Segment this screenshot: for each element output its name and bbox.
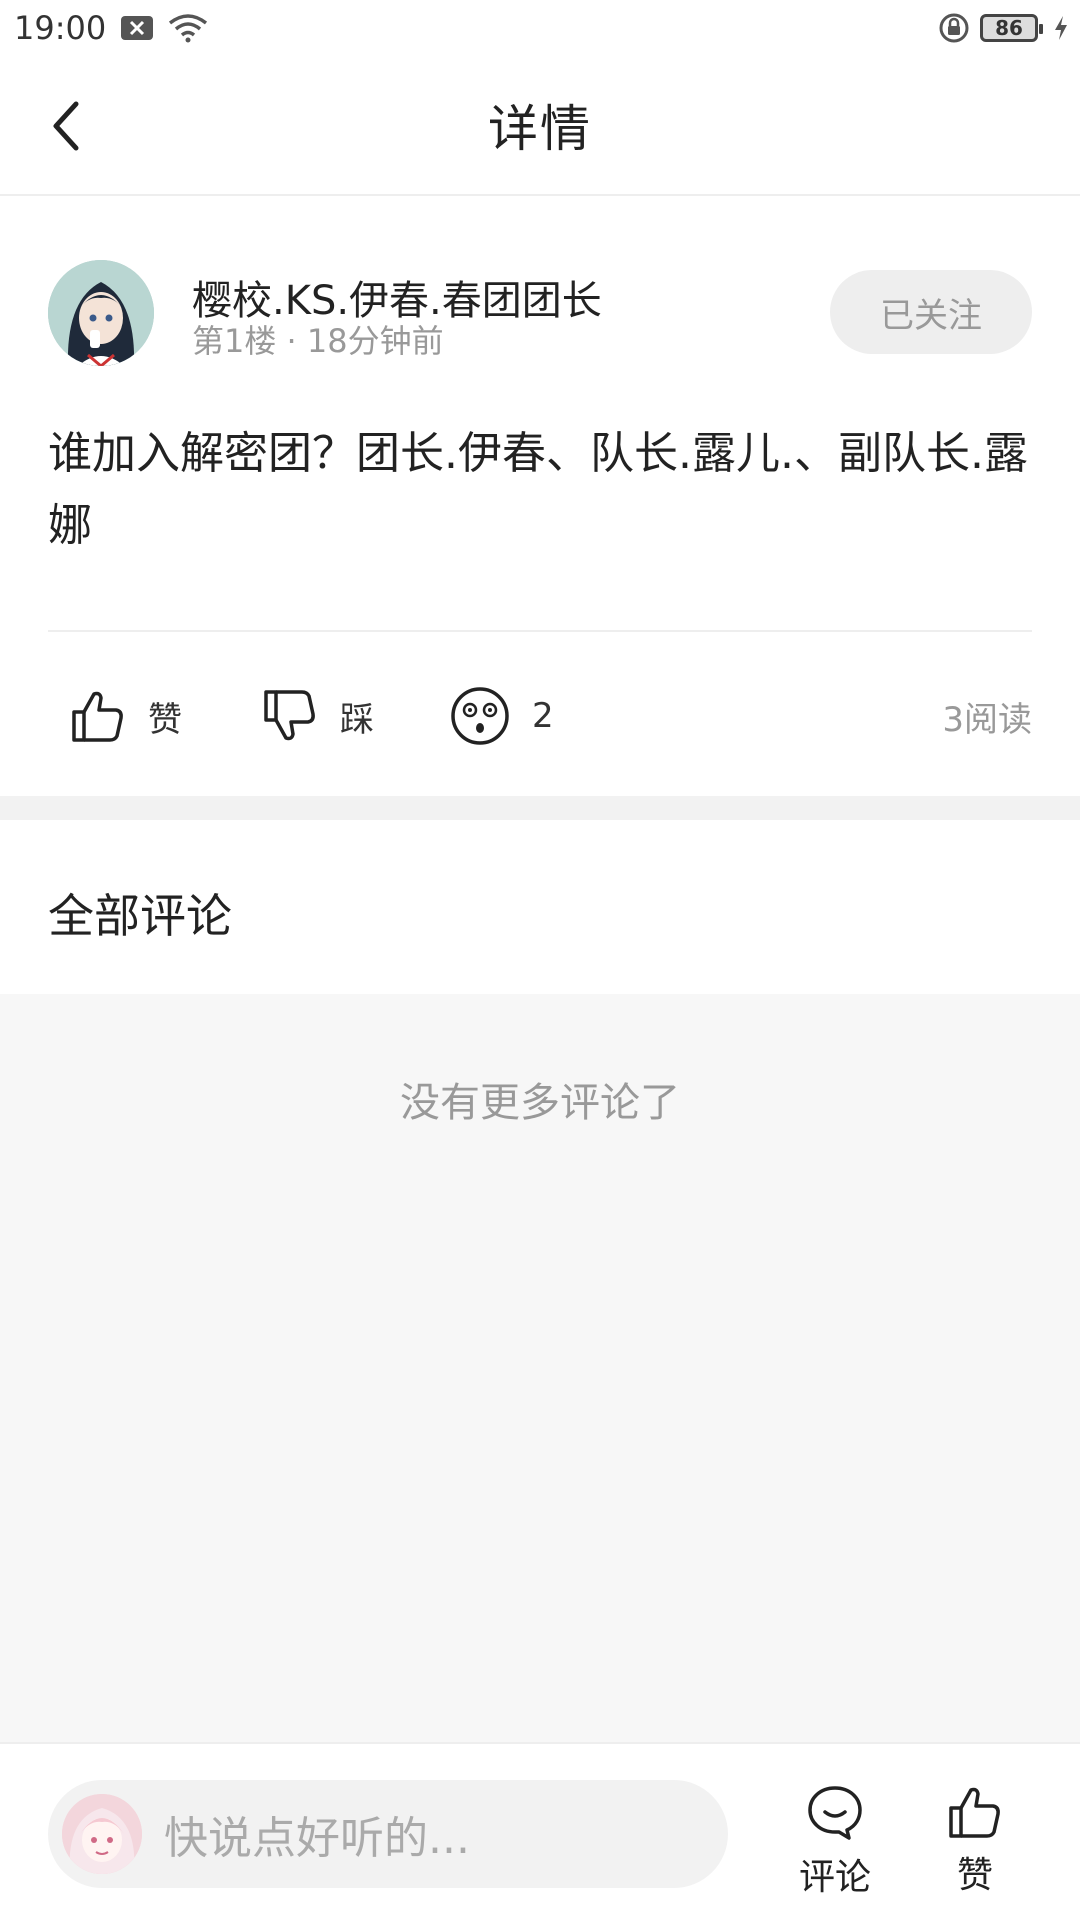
- empty-comments-text: 没有更多评论了: [400, 1080, 680, 1126]
- status-bar: 19:00 86: [0, 0, 1080, 56]
- comment-input[interactable]: 快说点好听的...: [48, 1780, 728, 1888]
- comments-title: 全部评论: [48, 889, 232, 943]
- comment-button-label: 评论: [798, 1857, 871, 1898]
- section-divider: [0, 796, 1080, 820]
- like-label: 赞: [148, 699, 182, 740]
- post-content: 谁加入解密团？团长.伊春、队长.露儿.、副队长.露娜: [48, 428, 1028, 551]
- page-title: 详情: [488, 100, 592, 158]
- status-right: 86: [938, 12, 1068, 44]
- comment-bubble-icon: [808, 1786, 862, 1840]
- battery-icon: 86: [980, 14, 1043, 42]
- comments-header: 全部评论: [0, 820, 1080, 994]
- emoji-count: 2: [532, 696, 554, 736]
- rotation-lock-icon: [938, 12, 970, 44]
- bottom-bar: 快说点好听的... 评论 赞: [0, 1742, 1080, 1920]
- emoji-reaction-button[interactable]: 2: [450, 668, 554, 764]
- status-time: 19:00: [14, 9, 107, 47]
- thumbs-up-icon: [72, 691, 123, 742]
- bottom-like-label: 赞: [956, 1855, 993, 1896]
- notification-x-icon: [120, 15, 154, 41]
- charging-icon: [1054, 15, 1068, 41]
- divider: [48, 630, 1032, 632]
- wifi-icon: [168, 13, 208, 43]
- surprised-face-icon: [451, 687, 509, 745]
- user-avatar: [62, 1794, 142, 1874]
- dislike-button[interactable]: 踩: [262, 668, 374, 764]
- follow-button[interactable]: 已关注: [830, 270, 1032, 354]
- post-meta: 第1楼 · 18分钟前: [192, 322, 444, 360]
- author-avatar[interactable]: [48, 260, 154, 366]
- back-button[interactable]: [36, 96, 96, 156]
- post: 樱校.KS.伊春.春团团长 第1楼 · 18分钟前 已关注 谁加入解密团？团长.…: [0, 198, 1080, 796]
- bottom-like-button[interactable]: 赞: [920, 1784, 1030, 1904]
- dislike-label: 踩: [340, 699, 374, 740]
- read-count: 3阅读: [942, 699, 1032, 740]
- thumbs-up-icon: [949, 1787, 1000, 1838]
- comments-list: 没有更多评论了: [0, 994, 1080, 1742]
- comment-button[interactable]: 评论: [780, 1784, 890, 1904]
- comment-input-placeholder: 快说点好听的...: [164, 1813, 470, 1864]
- header: 详情: [0, 56, 1080, 196]
- like-button[interactable]: 赞: [70, 668, 182, 764]
- chevron-left-icon: [53, 101, 79, 151]
- post-actions: 赞 踩 2 3阅读: [0, 668, 1080, 764]
- status-left: 19:00: [14, 9, 208, 47]
- thumbs-down-icon: [264, 690, 315, 741]
